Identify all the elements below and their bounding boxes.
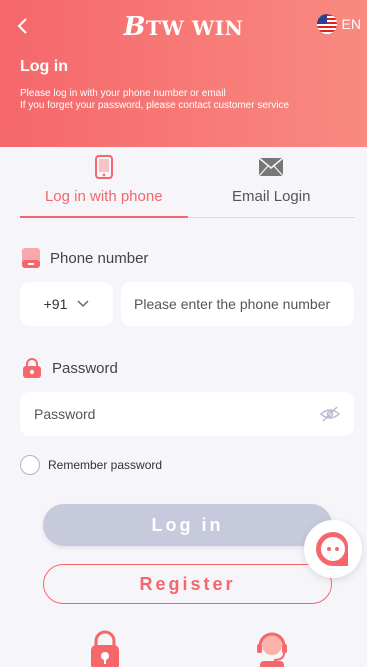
description-line-2: If you forget your password, please cont… [20,100,290,111]
customer-service-button[interactable] [254,630,290,667]
phone-number-label: Phone number [22,248,148,268]
phone-input-box [121,282,354,326]
lock-icon [23,358,41,378]
logo-text: TW WIN [146,16,244,40]
tab-phone-label: Log in with phone [44,188,163,205]
description-line-1: Please log in with your phone number or … [20,88,226,99]
remember-password-label: Remember password [48,458,163,472]
remember-password-radio[interactable] [20,455,40,475]
security-lock-icon [91,630,119,667]
password-input-box [20,392,354,436]
password-input[interactable] [34,406,320,422]
language-label: EN [341,16,361,32]
register-button[interactable]: Register [43,564,332,604]
chat-support-button[interactable] [304,520,362,578]
header-description: Please log in with your phone number or … [20,88,289,112]
login-button[interactable]: Log in [43,504,332,546]
login-tabs: Log in with phone Email Login [20,150,355,218]
country-code-value: +91 [43,296,68,312]
tab-email-login[interactable]: Email Login [188,150,356,217]
phone-icon [94,155,113,179]
remember-password[interactable]: Remember password [20,455,162,475]
chat-support-icon [316,531,349,566]
tab-email-label: Email Login [232,188,311,205]
chevron-down-icon [77,300,89,308]
phone-input[interactable] [134,296,354,312]
page-title: Log in [20,58,68,75]
language-selector[interactable]: EN [316,14,361,34]
password-label: Password [22,358,118,378]
country-code-select[interactable]: +91 [20,282,113,326]
phone-number-icon [22,248,40,268]
security-lock-button[interactable] [89,630,121,667]
password-label-text: Password [52,359,118,377]
phone-number-label-text: Phone number [50,249,149,267]
mail-icon [258,155,284,179]
us-flag-icon [316,14,337,34]
logo-letter: B [123,12,147,42]
logo: BTW WIN [0,12,367,42]
customer-service-icon [257,632,287,667]
header: BTW WIN EN Log in Please log in with you… [0,0,367,147]
tab-phone-login[interactable]: Log in with phone [20,150,188,218]
eye-off-icon[interactable] [320,406,340,422]
